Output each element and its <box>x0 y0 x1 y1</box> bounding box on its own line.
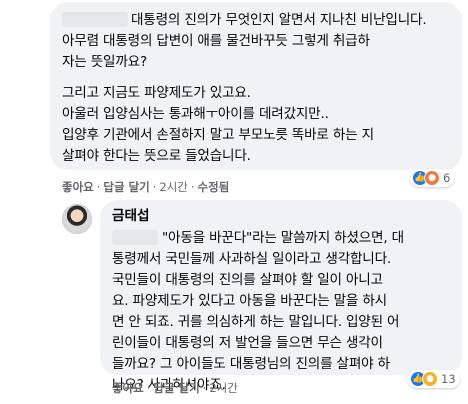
reaction-summary-1[interactable]: 👍 ● 6 <box>410 169 455 187</box>
comment-text-line: 국민들이 대통령의 진의를 살펴야 할 일이 아니고 <box>112 272 383 288</box>
comment-text-line: 아무렴 대통령의 답변이 애를 물건바꾸듯 그렇게 취급하 <box>62 33 370 49</box>
reply-link[interactable]: 답글 달기 <box>153 381 199 395</box>
comment-text-line: 대통령의 진의가 무엇인지 알면서 지나친 비난입니다. <box>62 10 462 31</box>
edited-label: 수정됨 <box>197 180 230 194</box>
comment-text-line: 통령께서 국민들께 사과하실 일이라고 생각합니다. <box>112 251 392 267</box>
comment-text-line: 요. 파양제도가 있다고 아동을 바꾼다는 말을 하시 <box>112 293 387 309</box>
comment-text-line: 그리고 지금도 파양제도가 있고요. <box>62 85 251 101</box>
timestamp[interactable]: 2시간 <box>159 180 187 194</box>
comment-actions-1: 좋아요 · 답글 달기 · 2시간 · 수정됨 <box>62 180 230 194</box>
angry-icon: ● <box>424 170 440 186</box>
reaction-summary-2[interactable]: 👍 ● 13 <box>408 370 460 388</box>
blurred-mention <box>112 230 158 245</box>
comment-text-line: 아울러 입양심사는 통과해ㅜ아이를 데려갔지만.. <box>62 106 329 122</box>
reaction-count: 13 <box>441 372 456 386</box>
sad-icon: ● <box>422 371 438 387</box>
like-link[interactable]: 좋아요 <box>62 180 94 194</box>
comment-text-line: 자는 뜻일까요? <box>62 54 147 70</box>
blurred-author-name <box>62 12 128 27</box>
avatar[interactable] <box>62 204 92 234</box>
comment-text-line: 살펴야 한다는 뜻으로 들었습니다. <box>62 148 251 164</box>
left-margin <box>0 0 6 404</box>
reply-link[interactable]: 답글 달기 <box>103 180 149 194</box>
comment-text-line: "아동을 바꾼다"라는 말씀까지 하셨으면, 대 <box>112 228 462 249</box>
comment-bubble-1: 대통령의 진의가 무엇인지 알면서 지나친 비난입니다. 아무렴 대통령의 답변… <box>50 2 462 170</box>
reaction-count: 6 <box>443 171 451 185</box>
comment-text-line: 린이들이 대통령의 저 발언을 들으면 무슨 생각이 <box>112 335 383 351</box>
like-link[interactable]: 좋아요 <box>112 381 144 395</box>
comment-actions-2: 좋아요 · 답글 달기 · 2시간 <box>112 381 238 395</box>
timestamp[interactable]: 2시간 <box>209 381 237 395</box>
comment-bubble-2: 금태섭 "아동을 바꾼다"라는 말씀까지 하셨으면, 대 통령께서 국민들께 사… <box>100 200 462 393</box>
comment-text-line: 입양후 기관에서 손절하지 말고 부모노릇 똑바로 하는 지 <box>62 127 374 143</box>
comment-text-line: 면 안 되죠. 귀를 의심하게 하는 말입니다. 입양된 어 <box>112 314 400 330</box>
author-name[interactable]: 금태섭 <box>112 207 462 225</box>
